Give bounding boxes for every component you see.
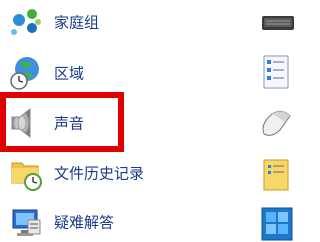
sound-speaker-icon: [11, 107, 31, 139]
windows-intel-icon[interactable]: [258, 206, 294, 242]
item-sound[interactable]: 声音: [8, 105, 178, 141]
item-region[interactable]: 区域: [8, 55, 178, 91]
item-label: 声音: [54, 114, 85, 133]
item-label: 疑难解答: [54, 213, 115, 232]
item-label: 文件历史记录: [54, 164, 145, 183]
region-globe-clock-icon: [10, 57, 39, 90]
file-history-folder-clock-icon: [11, 162, 42, 191]
item-label: 家庭组: [54, 13, 100, 32]
folder-checklist-icon[interactable]: [258, 156, 294, 192]
keyboard-icon[interactable]: [258, 6, 294, 42]
control-panel-items: 家庭组 区域 声音 文件历史记录 疑难解答: [0, 0, 294, 242]
item-label: 区域: [54, 64, 85, 83]
mouse-icon[interactable]: [258, 104, 294, 140]
checklist-document-icon[interactable]: [258, 54, 294, 90]
troubleshooting-monitor-icon: [12, 209, 41, 236]
item-troubleshooting[interactable]: 疑难解答: [8, 204, 178, 240]
item-file-history[interactable]: 文件历史记录: [8, 155, 178, 191]
homegroup-icon: [11, 9, 41, 35]
item-homegroup[interactable]: 家庭组: [8, 4, 178, 40]
